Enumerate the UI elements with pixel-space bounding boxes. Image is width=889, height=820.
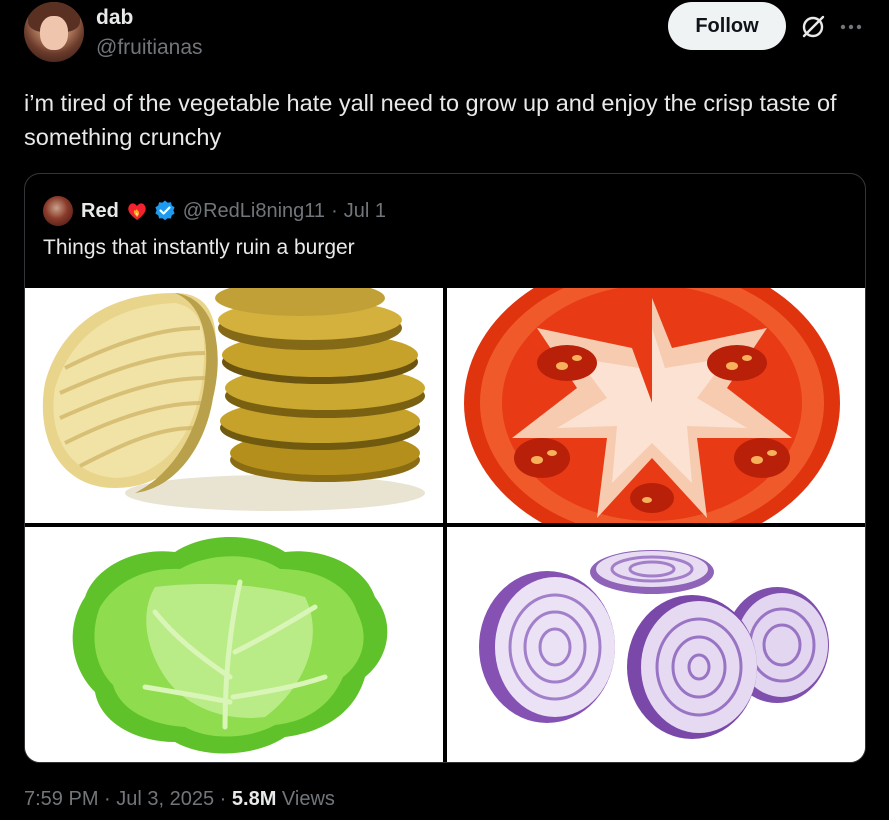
lettuce-image[interactable] xyxy=(25,527,443,762)
quoted-author-handle[interactable]: @RedLi8ning11 xyxy=(183,200,325,223)
meta-separator: · xyxy=(214,788,232,810)
quoted-tweet-text: Things that instantly ruin a burger xyxy=(43,236,355,259)
follow-button[interactable]: Follow xyxy=(668,2,786,50)
author-handle[interactable]: @fruitianas xyxy=(96,36,203,60)
quoted-date[interactable]: Jul 1 xyxy=(344,200,386,223)
tweet-meta: 7:59 PM · Jul 3, 2025 · 5.8M Views xyxy=(24,788,335,811)
meta-separator: · xyxy=(98,788,117,810)
views-label: Views xyxy=(276,788,335,810)
onion-image[interactable] xyxy=(447,527,865,762)
tweet-header: dab @fruitianas Follow xyxy=(24,2,874,62)
views-count[interactable]: 5.8M xyxy=(232,788,276,811)
quoted-tweet-header: Red @RedLi8ning11 · Jul 1 xyxy=(43,196,386,226)
more-icon[interactable] xyxy=(838,14,864,40)
author-display-name[interactable]: dab xyxy=(96,6,133,30)
author-avatar[interactable] xyxy=(24,2,84,62)
quoted-separator: · xyxy=(331,199,338,222)
fire-heart-badge-icon xyxy=(128,203,146,220)
quoted-author-name[interactable]: Red xyxy=(81,200,119,223)
pickles-image[interactable] xyxy=(25,288,443,523)
tweet-time[interactable]: 7:59 PM xyxy=(24,788,98,811)
tweet-text: i’m tired of the vegetable hate yall nee… xyxy=(24,90,837,150)
tomato-image[interactable] xyxy=(447,288,865,523)
grok-icon[interactable] xyxy=(800,14,826,40)
quoted-tweet[interactable]: Red @RedLi8ning11 · Jul 1 Things that in… xyxy=(24,173,866,763)
quoted-author-avatar[interactable] xyxy=(43,196,73,226)
tweet-date[interactable]: Jul 3, 2025 xyxy=(116,788,214,811)
verified-badge-icon xyxy=(155,200,175,221)
